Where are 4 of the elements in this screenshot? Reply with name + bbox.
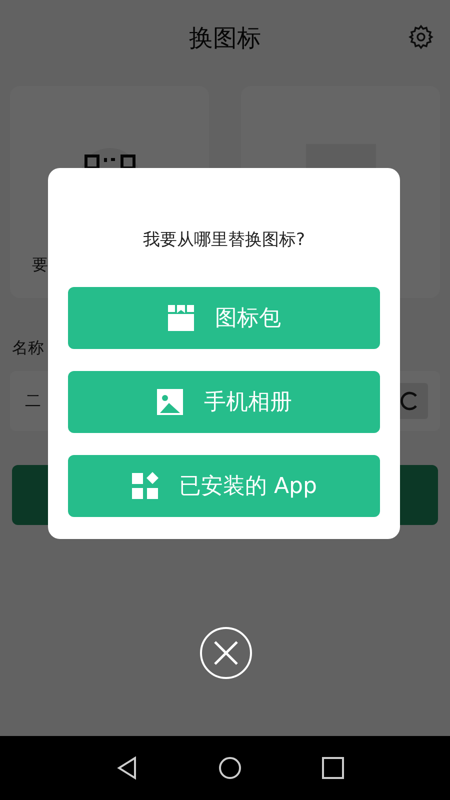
page-title: 换图标 — [189, 23, 261, 54]
field-label: 名称 — [12, 338, 45, 359]
dialog-title: 我要从哪里替换图标? — [142, 229, 306, 251]
icon-caption: 要 — [32, 255, 48, 276]
